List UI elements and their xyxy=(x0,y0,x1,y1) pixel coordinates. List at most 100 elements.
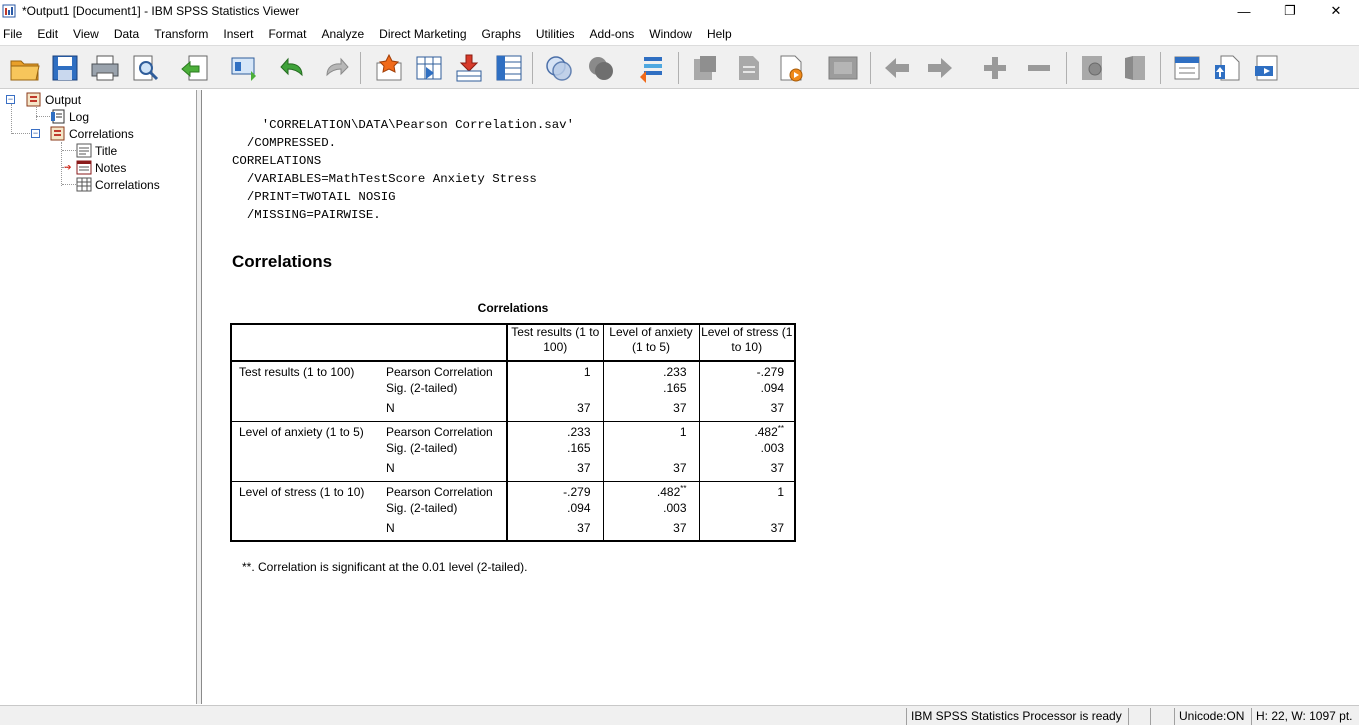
insert-text-icon[interactable] xyxy=(1210,51,1244,85)
outline-item-notes[interactable]: ➔ Notes xyxy=(64,159,126,176)
table-cell: .003 xyxy=(602,501,699,521)
show-all-variables-icon[interactable] xyxy=(636,51,670,85)
show-icon[interactable] xyxy=(1076,51,1110,85)
outline-item-log[interactable]: Log xyxy=(50,108,89,125)
save-icon[interactable] xyxy=(48,51,82,85)
undo-icon[interactable] xyxy=(276,51,310,85)
stat-label: Pearson Correlation xyxy=(379,420,507,441)
print-icon[interactable] xyxy=(88,51,122,85)
menu-direct-marketing[interactable]: Direct Marketing xyxy=(376,27,475,41)
significance-marker: ** xyxy=(680,483,687,493)
close-button[interactable]: ✕ xyxy=(1313,0,1359,22)
row-header: Level of stress (1 to 10) xyxy=(231,480,379,541)
table-cell: .233 xyxy=(602,361,699,381)
table-cell xyxy=(698,501,795,521)
table-row: Level of anxiety (1 to 5) Pearson Correl… xyxy=(231,420,795,481)
expand-icon[interactable] xyxy=(978,51,1012,85)
syntax-line: /MISSING=PAIRWISE. xyxy=(232,208,381,222)
outline-item-title[interactable]: Title xyxy=(76,142,117,159)
goto-variable-icon[interactable] xyxy=(412,51,446,85)
stat-label: Sig. (2-tailed) xyxy=(386,501,458,515)
variables-icon[interactable] xyxy=(492,51,526,85)
cell-value: .482 xyxy=(754,424,778,439)
outline-item-label: Correlations xyxy=(69,126,134,141)
menu-format[interactable]: Format xyxy=(265,27,315,41)
insert-text-file-icon[interactable] xyxy=(1250,51,1284,85)
menu-add-ons[interactable]: Add-ons xyxy=(587,27,644,41)
insert-heading-icon[interactable] xyxy=(826,51,860,85)
significance-marker: ** xyxy=(777,423,784,433)
menu-view[interactable]: View xyxy=(70,27,108,41)
next-icon[interactable] xyxy=(923,51,957,85)
print-preview-icon[interactable] xyxy=(128,51,162,85)
previous-icon[interactable] xyxy=(880,51,914,85)
menu-insert[interactable]: Insert xyxy=(220,27,262,41)
outline-item-label: Title xyxy=(95,143,118,158)
menu-help[interactable]: Help xyxy=(704,27,741,41)
menu-edit[interactable]: Edit xyxy=(34,27,67,41)
demote-icon[interactable] xyxy=(732,51,766,85)
table-cell: .165 xyxy=(506,441,603,461)
menu-analyze[interactable]: Analyze xyxy=(318,27,373,41)
processor-status: IBM SPSS Statistics Processor is ready xyxy=(906,708,1128,725)
outline-item-correlations-table[interactable]: Correlations xyxy=(76,176,160,193)
outline-item-label: Log xyxy=(69,109,90,124)
syntax-line: /COMPRESSED. xyxy=(232,136,337,150)
table-cell: 37 xyxy=(602,461,699,481)
status-bar: IBM SPSS Statistics Processor is ready U… xyxy=(0,705,1359,725)
output-content-pane[interactable]: 'CORRELATION\DATA\Pearson Correlation.sa… xyxy=(203,90,1359,704)
table-cell: 37 xyxy=(602,521,699,541)
insert-title-icon[interactable] xyxy=(1170,51,1204,85)
outline-item-output[interactable]: Output xyxy=(26,91,81,108)
menu-graphs[interactable]: Graphs xyxy=(479,27,530,41)
table-cell: .165 xyxy=(602,381,699,401)
table-cell: .003 xyxy=(698,441,795,461)
table-cell: -.279 xyxy=(506,480,603,501)
table-cell: 37 xyxy=(698,401,795,421)
minimize-button[interactable]: — xyxy=(1221,0,1267,22)
hide-icon[interactable] xyxy=(1118,51,1152,85)
syntax-line: CORRELATIONS xyxy=(232,154,322,168)
menu-file[interactable]: File xyxy=(0,27,31,41)
dimensions-status: H: 22, W: 1097 pt. xyxy=(1251,708,1359,725)
table-cell xyxy=(602,441,699,461)
redo-icon[interactable] xyxy=(319,51,353,85)
outline-item-correlations-procedure[interactable]: Correlations xyxy=(50,125,134,142)
output-heading[interactable]: Correlations xyxy=(232,252,332,272)
column-header: Level of anxiety (1 to 5) xyxy=(602,324,699,361)
collapse-icon[interactable] xyxy=(1022,51,1056,85)
menu-transform[interactable]: Transform xyxy=(151,27,217,41)
outline-pane[interactable]: − − Output Log Correlations Title ➔ Note… xyxy=(0,90,197,704)
pane-splitter[interactable] xyxy=(197,90,202,704)
table-row: Test results (1 to 100) Pearson Correlat… xyxy=(231,361,795,381)
export-icon[interactable] xyxy=(178,51,212,85)
unicode-status: Unicode:ON xyxy=(1174,708,1251,725)
output-collapse-toggle[interactable]: − xyxy=(6,95,15,104)
select-output-icon[interactable] xyxy=(584,51,618,85)
table-cell: 37 xyxy=(506,461,603,481)
spss-app-icon[interactable] xyxy=(2,3,18,19)
correlations-table[interactable]: Test results (1 to 100) Level of anxiety… xyxy=(230,323,796,542)
stat-label: Sig. (2-tailed) xyxy=(386,441,458,455)
corner-cell xyxy=(379,324,507,361)
procedure-book-icon xyxy=(50,126,65,141)
recall-dialog-icon[interactable] xyxy=(228,51,262,85)
stat-label: N xyxy=(386,461,395,475)
promote-icon[interactable] xyxy=(688,51,722,85)
goto-case-icon[interactable] xyxy=(372,51,406,85)
maximize-button[interactable]: ❐ xyxy=(1267,0,1313,22)
correlations-collapse-toggle[interactable]: − xyxy=(31,129,40,138)
page-layout-icon[interactable] xyxy=(774,51,808,85)
outline-item-label: Output xyxy=(45,92,82,107)
insert-cases-icon[interactable] xyxy=(452,51,486,85)
menu-window[interactable]: Window xyxy=(646,27,701,41)
open-icon[interactable] xyxy=(8,51,42,85)
corner-cell xyxy=(231,324,379,361)
designate-window-icon[interactable] xyxy=(542,51,576,85)
table-icon xyxy=(76,177,92,192)
menu-utilities[interactable]: Utilities xyxy=(533,27,584,41)
menu-data[interactable]: Data xyxy=(111,27,148,41)
cell-value: .482 xyxy=(656,484,681,499)
log-icon xyxy=(51,109,65,124)
table-cell: 37 xyxy=(506,401,603,421)
